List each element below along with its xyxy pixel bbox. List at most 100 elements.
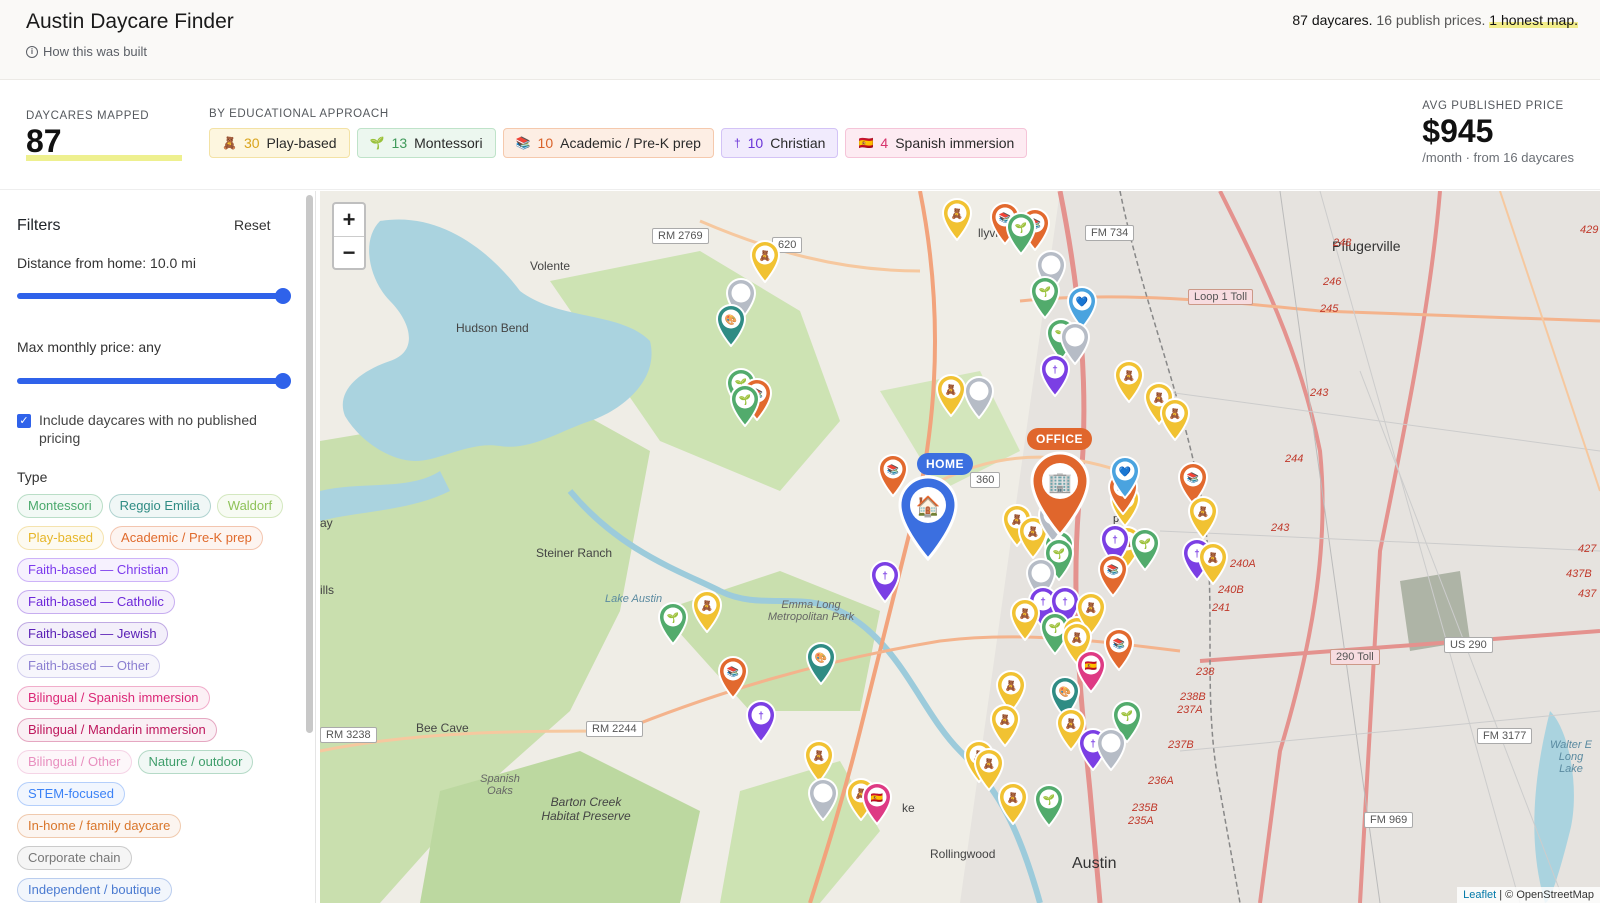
price-slider-thumb[interactable] xyxy=(275,373,291,389)
approach-count: 13 xyxy=(391,135,408,151)
daycare-marker[interactable]: 📚 xyxy=(716,655,750,699)
road-label: FM 3177 xyxy=(1477,728,1533,744)
approach-count: 30 xyxy=(243,135,260,151)
approach-chip-label: Play-based xyxy=(266,135,337,151)
exit-label: 240B xyxy=(1218,584,1244,596)
type-chip[interactable]: Faith-based — Christian xyxy=(17,558,180,582)
daycare-marker[interactable]: 🧸 xyxy=(690,589,724,633)
daycare-marker[interactable]: 🌱 xyxy=(1128,527,1162,571)
svg-text:🏢: 🏢 xyxy=(1048,472,1073,494)
approach-chip-montessori[interactable]: 🌱 13 Montessori xyxy=(356,128,496,158)
exit-label: 243 xyxy=(1271,522,1290,534)
daycare-marker[interactable]: 🧸 xyxy=(1112,359,1146,403)
tagline-map-link[interactable]: 1 honest map. xyxy=(1489,12,1578,28)
approach-chip-academic[interactable]: 📚 10 Academic / Pre-K prep xyxy=(502,128,714,158)
osm-attribution: | © OpenStreetMap xyxy=(1499,889,1594,901)
map-view[interactable]: Pflugerville Volente Hudson Bend Steiner… xyxy=(320,191,1600,903)
type-chip[interactable]: Faith-based — Jewish xyxy=(17,622,168,646)
approach-chip-spanish[interactable]: 🇪🇸 4 Spanish immersion xyxy=(845,128,1028,158)
type-chip[interactable]: Bilingual / Other xyxy=(17,750,132,774)
svg-text:🏠: 🏠 xyxy=(916,495,941,518)
include-unpriced-checkbox[interactable]: ✓ xyxy=(17,414,31,428)
road-label: 290 Toll xyxy=(1330,649,1380,665)
how-built-link[interactable]: i How this was built xyxy=(26,44,147,59)
daycare-marker[interactable]: † xyxy=(744,699,778,743)
office-marker[interactable]: 🏢 xyxy=(1024,449,1096,537)
daycare-marker[interactable]: 💙 xyxy=(1108,455,1142,499)
type-chip[interactable]: Faith-based — Other xyxy=(17,654,161,678)
approach-count: 10 xyxy=(747,135,764,151)
daycare-marker[interactable]: 🧸 xyxy=(1196,541,1230,585)
svg-text:💙: 💙 xyxy=(1119,466,1132,478)
road-label: FM 734 xyxy=(1085,225,1135,241)
svg-text:🇪🇸: 🇪🇸 xyxy=(1085,660,1098,672)
daycare-marker[interactable] xyxy=(962,375,996,419)
type-chip[interactable]: Waldorf xyxy=(216,494,284,518)
type-chip[interactable]: STEM-focused xyxy=(17,782,125,806)
filters-sidebar: Filters Reset Distance from home: 10.0 m… xyxy=(0,191,316,903)
daycare-marker[interactable]: 🎨 xyxy=(804,641,838,685)
svg-text:🧸: 🧸 xyxy=(983,757,995,770)
price-label: Max monthly price: any xyxy=(17,339,161,355)
exit-label: 243 xyxy=(1310,387,1329,399)
svg-text:🧸: 🧸 xyxy=(1197,505,1209,518)
type-chip[interactable]: Academic / Pre-K prep xyxy=(110,526,263,550)
daycare-marker[interactable]: 🌱 xyxy=(728,383,762,427)
type-chip[interactable]: Montessori xyxy=(17,494,103,518)
reset-button[interactable]: Reset xyxy=(234,217,271,233)
daycare-marker[interactable]: 🧸 xyxy=(1186,495,1220,539)
daycare-marker[interactable]: 🌱 xyxy=(656,601,690,645)
daycare-marker[interactable]: 📚 xyxy=(1096,553,1130,597)
type-chip[interactable]: Bilingual / Spanish immersion xyxy=(17,686,210,710)
svg-text:🌱: 🌱 xyxy=(1043,794,1055,806)
daycare-marker[interactable]: 🧸 xyxy=(1158,397,1192,441)
distance-slider-thumb[interactable] xyxy=(275,288,291,304)
approach-chip-christian[interactable]: † 10 Christian xyxy=(720,128,839,158)
type-chip[interactable]: Corporate chain xyxy=(17,846,132,870)
top-bar: Austin Daycare Finder i How this was bui… xyxy=(0,0,1600,80)
daycare-marker[interactable] xyxy=(1094,727,1128,771)
place-label: Steiner Ranch xyxy=(536,546,613,560)
leaflet-link[interactable]: Leaflet xyxy=(1463,889,1496,901)
svg-text:🧸: 🧸 xyxy=(1019,607,1031,620)
daycare-marker[interactable]: 🌱 xyxy=(1028,275,1062,319)
road-label: US 290 xyxy=(1444,637,1493,653)
sidebar-scrollbar[interactable] xyxy=(306,195,313,733)
type-chip[interactable]: Play-based xyxy=(17,526,105,550)
zoom-in-button[interactable]: + xyxy=(334,204,364,237)
approach-label: By educational approach xyxy=(209,108,389,120)
type-chip[interactable]: Nature / outdoor xyxy=(137,750,254,774)
zoom-out-button[interactable]: − xyxy=(334,237,364,270)
daycare-marker[interactable] xyxy=(806,777,840,821)
price-slider[interactable] xyxy=(17,373,291,389)
exit-label: 236A xyxy=(1148,775,1174,787)
home-marker[interactable]: 🏠 xyxy=(892,473,964,561)
type-chip[interactable]: Independent / boutique xyxy=(17,878,173,902)
place-label: Emma Long Metropolitan Park xyxy=(767,599,855,623)
daycare-marker[interactable]: 🇪🇸 xyxy=(860,781,894,825)
daycare-marker[interactable]: † xyxy=(868,559,902,603)
daycare-marker[interactable]: 🎨 xyxy=(714,303,748,347)
daycare-marker[interactable]: 🧸 xyxy=(996,781,1030,825)
type-chip[interactable]: Bilingual / Mandarin immersion xyxy=(17,718,217,742)
svg-text:🌱: 🌱 xyxy=(1039,286,1051,298)
approach-chip-play-based[interactable]: 🧸 30 Play-based xyxy=(209,128,350,158)
daycare-marker[interactable]: 🌱 xyxy=(1032,783,1066,827)
avg-value: $945 xyxy=(1422,113,1494,149)
how-built-label: How this was built xyxy=(43,44,148,59)
daycare-marker[interactable]: 🌱 xyxy=(1004,211,1038,255)
svg-text:🧸: 🧸 xyxy=(759,249,771,262)
type-chip[interactable]: Faith-based — Catholic xyxy=(17,590,175,614)
type-chip[interactable]: In-home / family daycare xyxy=(17,814,182,838)
exit-label: 246 xyxy=(1323,276,1342,288)
mapped-value: 87 xyxy=(26,123,62,159)
daycare-marker[interactable]: 🧸 xyxy=(1008,597,1042,641)
include-unpriced-row: ✓ Include daycares with no published pri… xyxy=(17,411,277,447)
svg-text:🧸: 🧸 xyxy=(1085,601,1097,614)
distance-slider[interactable] xyxy=(17,288,291,304)
daycare-marker[interactable]: 🧸 xyxy=(940,197,974,241)
daycare-marker[interactable]: † xyxy=(1038,353,1072,397)
books-icon: 📚 xyxy=(515,136,531,150)
type-chip[interactable]: Reggio Emilia xyxy=(108,494,211,518)
approach-chip-label: Academic / Pre-K prep xyxy=(560,135,701,151)
